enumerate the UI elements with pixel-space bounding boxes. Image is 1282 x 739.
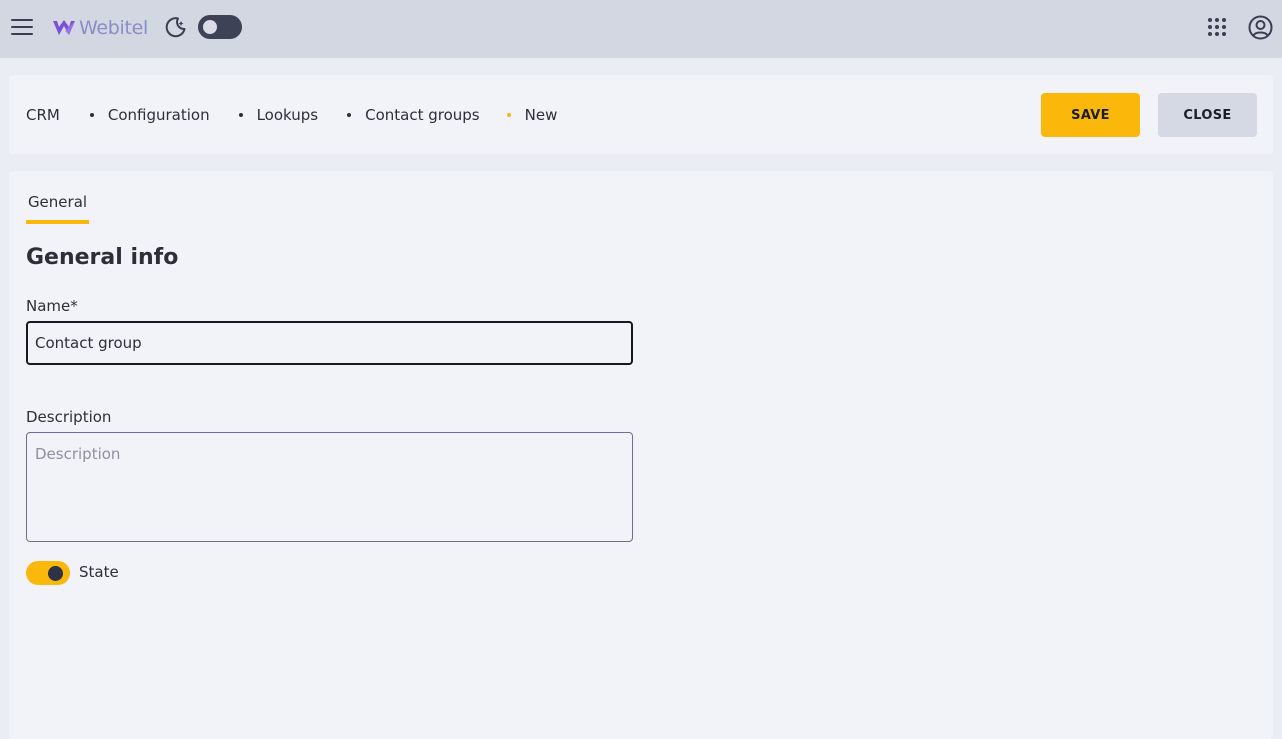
account-icon[interactable] (1248, 15, 1273, 40)
webitel-logo[interactable]: Webitel (52, 14, 148, 42)
description-label: Description (26, 408, 112, 426)
theme-toggle[interactable] (198, 15, 242, 39)
breadcrumb-lookups[interactable]: Lookups (257, 106, 319, 124)
tab-general[interactable]: General (26, 193, 89, 224)
breadcrumb-contact-groups[interactable]: Contact groups (365, 106, 480, 124)
main-content: General General info Name* Description S… (9, 171, 1273, 739)
breadcrumb-separator-active (506, 113, 511, 117)
save-button[interactable]: SAVE (1041, 93, 1140, 137)
state-label: State (79, 563, 119, 581)
breadcrumb-separator (238, 113, 243, 117)
logo-text: Webitel (79, 17, 149, 39)
close-button[interactable]: CLOSE (1158, 93, 1257, 137)
breadcrumb-configuration[interactable]: Configuration (108, 106, 210, 124)
state-toggle[interactable] (26, 561, 70, 585)
hamburger-icon[interactable] (10, 15, 34, 39)
name-label: Name* (26, 297, 78, 315)
webitel-logo-mark-icon (53, 20, 75, 35)
moon-icon (164, 15, 188, 39)
breadcrumb-current: New (524, 106, 558, 124)
name-input[interactable] (26, 321, 633, 365)
description-textarea[interactable] (26, 432, 633, 542)
section-title: General info (26, 245, 179, 270)
apps-grid-icon[interactable] (1206, 16, 1228, 38)
breadcrumb-crm[interactable]: CRM (26, 106, 60, 124)
breadcrumb-separator (347, 113, 352, 117)
page-header: CRM Configuration Lookups Contact groups… (9, 75, 1273, 154)
state-toggle-knob (48, 566, 63, 581)
breadcrumb-separator (89, 113, 94, 117)
top-app-bar: Webitel (0, 0, 1282, 58)
breadcrumb: CRM Configuration Lookups Contact groups… (26, 104, 557, 126)
theme-toggle-knob (203, 20, 217, 34)
